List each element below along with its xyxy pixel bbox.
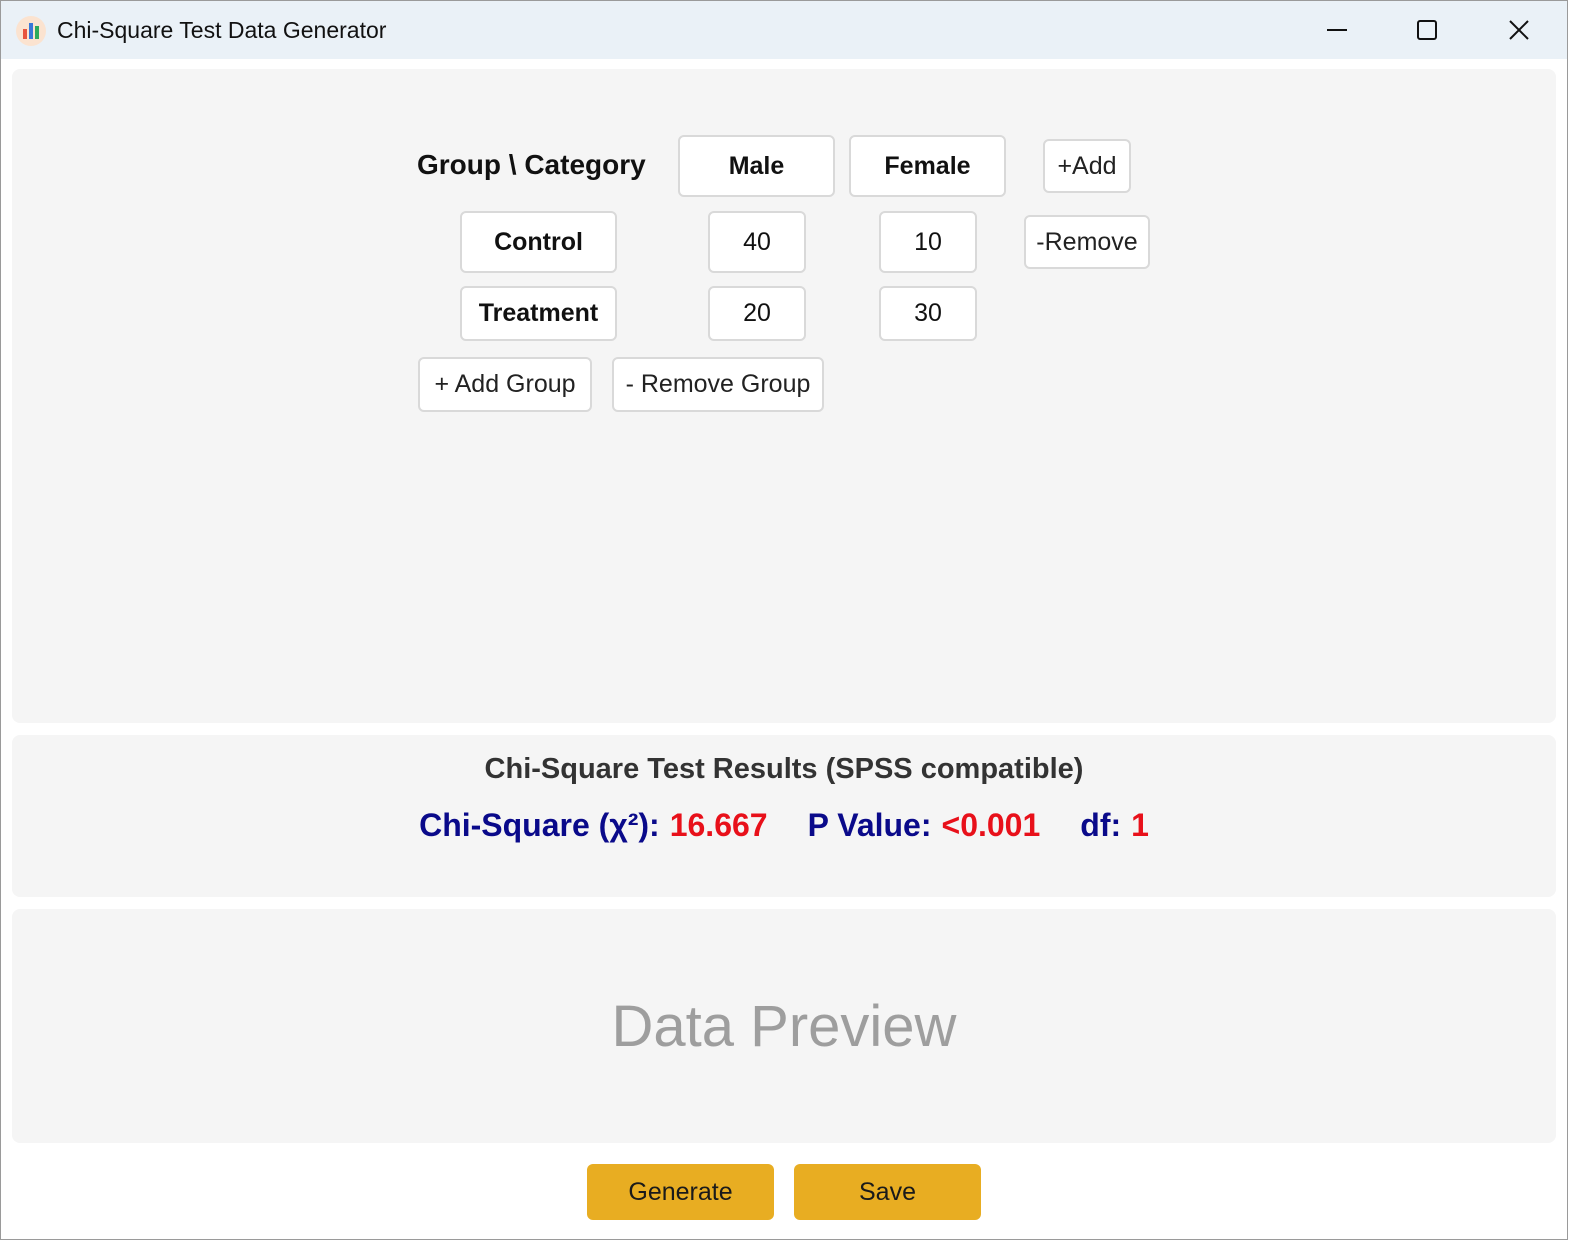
bar-chart-icon <box>16 16 46 46</box>
add-category-button[interactable]: +Add <box>1043 139 1131 193</box>
close-icon <box>1509 20 1529 40</box>
app-window: Chi-Square Test Data Generator Group \ C… <box>0 0 1568 1240</box>
title-bar: Chi-Square Test Data Generator <box>1 1 1567 59</box>
p-value-value: <0.001 <box>941 807 1041 843</box>
results-title: Chi-Square Test Results (SPSS compatible… <box>484 753 1084 785</box>
minimize-icon <box>1327 29 1347 31</box>
generate-button[interactable]: Generate <box>587 1164 774 1220</box>
cell-control-female[interactable]: 10 <box>879 211 977 273</box>
data-preview-placeholder: Data Preview <box>611 994 957 1059</box>
cell-control-male[interactable]: 40 <box>708 211 806 273</box>
df-label: df: <box>1080 807 1122 843</box>
cell-treatment-male[interactable]: 20 <box>708 286 806 341</box>
category-header-male[interactable]: Male <box>678 135 835 197</box>
save-button[interactable]: Save <box>794 1164 981 1220</box>
data-preview-panel: Data Preview <box>12 909 1556 1143</box>
df-value: 1 <box>1131 807 1149 843</box>
add-group-button[interactable]: + Add Group <box>418 357 592 412</box>
minimize-button[interactable] <box>1291 1 1383 59</box>
maximize-icon <box>1417 20 1437 40</box>
p-value-label: P Value: <box>807 807 932 843</box>
maximize-button[interactable] <box>1381 1 1473 59</box>
close-button[interactable] <box>1473 1 1565 59</box>
contingency-table-panel: Group \ Category Male Female +Add Contro… <box>12 69 1556 723</box>
group-name-control[interactable]: Control <box>460 211 617 273</box>
results-line: Chi-Square (χ²): 16.667 P Value: <0.001 … <box>12 807 1556 844</box>
corner-label: Group \ Category <box>417 149 646 180</box>
cell-treatment-female[interactable]: 30 <box>879 286 977 341</box>
category-header-female[interactable]: Female <box>849 135 1006 197</box>
chi-square-label: Chi-Square (χ²): <box>419 807 660 843</box>
remove-group-button[interactable]: - Remove Group <box>612 357 824 412</box>
remove-category-button[interactable]: -Remove <box>1024 215 1150 269</box>
group-name-treatment[interactable]: Treatment <box>460 286 617 341</box>
chi-square-value: 16.667 <box>669 807 768 843</box>
results-panel: Chi-Square Test Results (SPSS compatible… <box>12 735 1556 897</box>
window-title: Chi-Square Test Data Generator <box>57 17 387 43</box>
